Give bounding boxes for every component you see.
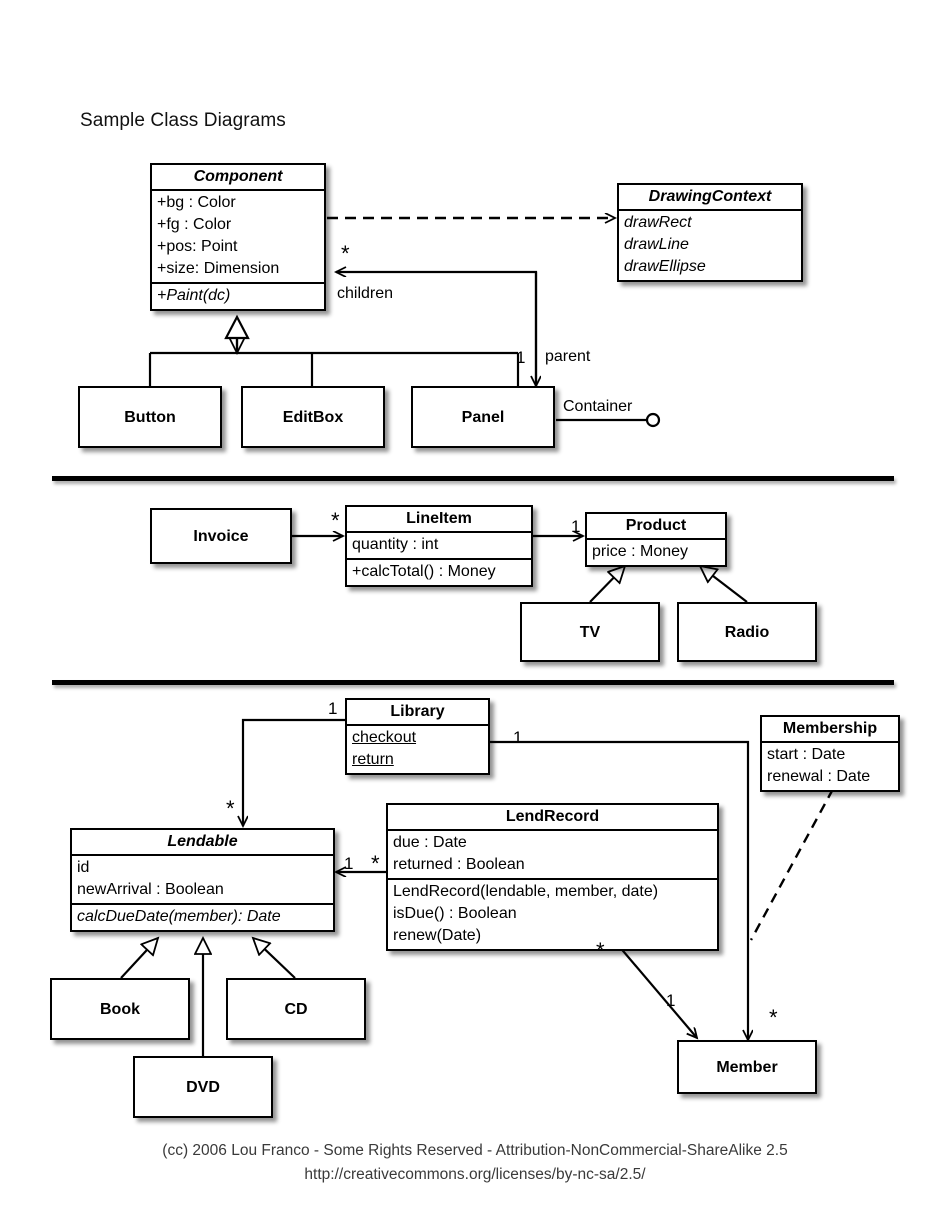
page-title: Sample Class Diagrams	[80, 110, 286, 131]
class-box-member[interactable]: Member	[677, 1040, 817, 1094]
class-name-lendrecord: LendRecord	[505, 808, 600, 825]
class-name-product: Product	[625, 517, 687, 534]
class-box-panel[interactable]: Panel	[411, 386, 555, 448]
multiplicity-lineitem: *	[331, 508, 340, 533]
class-name-member: Member	[716, 1058, 778, 1076]
multiplicity-lendrecord-member-star: *	[596, 938, 605, 963]
multiplicity-library-lendable-star: *	[226, 796, 235, 821]
operations-compartment-component: +Paint(dc)	[152, 282, 324, 309]
class-box-drawingcontext[interactable]: DrawingContext drawRect drawLine drawEll…	[617, 183, 803, 282]
multiplicity-lendrecord-star: *	[371, 851, 380, 876]
operations-compartment-lendrecord: LendRecord(lendable, member, date) isDue…	[388, 878, 717, 949]
class-box-book[interactable]: Book	[50, 978, 190, 1040]
class-box-button[interactable]: Button	[78, 386, 222, 448]
class-name-library: Library	[390, 703, 445, 720]
class-box-lendrecord[interactable]: LendRecord due : Date returned : Boolean…	[386, 803, 719, 951]
class-box-invoice[interactable]: Invoice	[150, 508, 292, 564]
class-name-membership: Membership	[782, 720, 878, 737]
class-name-drawingcontext: DrawingContext	[648, 188, 772, 205]
edge-label-parent: parent	[545, 348, 591, 365]
attributes-compartment-lineitem: quantity : int	[347, 531, 531, 558]
attributes-compartment-library: checkout return	[347, 724, 488, 773]
edge-library-lendable	[243, 718, 345, 826]
multiplicity-library-member-one: 1	[513, 728, 523, 747]
multiplicity-component-children: *	[341, 241, 350, 266]
class-name-component: Component	[193, 168, 283, 185]
attribute-row: start : Date	[767, 746, 846, 763]
attribute-row: checkout	[352, 729, 417, 746]
attribute-row: drawRect	[624, 214, 692, 231]
operation-row: isDue() : Boolean	[393, 905, 517, 922]
class-box-cd[interactable]: CD	[226, 978, 366, 1040]
attribute-row: +fg : Color	[157, 216, 232, 233]
attribute-row: +bg : Color	[157, 194, 236, 211]
attributes-compartment-lendable: id newArrival : Boolean	[72, 854, 333, 903]
attribute-row: drawLine	[624, 236, 689, 253]
attribute-row: quantity : int	[352, 536, 439, 553]
edge-membership-dependency	[749, 788, 835, 941]
operation-row: renew(Date)	[393, 927, 482, 944]
section-divider-2	[52, 680, 894, 685]
class-box-radio[interactable]: Radio	[677, 602, 817, 662]
class-box-component[interactable]: Component +bg : Color +fg : Color +pos: …	[150, 163, 326, 311]
class-name-lendable: Lendable	[167, 833, 238, 850]
class-name-dvd: DVD	[186, 1078, 220, 1096]
section-divider-1	[52, 476, 894, 481]
class-name-invoice: Invoice	[193, 527, 249, 545]
operation-row: LendRecord(lendable, member, date)	[393, 883, 659, 900]
attribute-row: returned : Boolean	[393, 856, 525, 873]
operation-row: calcDueDate(member): Date	[77, 908, 281, 925]
multiplicity-panel-parent: 1	[516, 348, 526, 367]
edge-generalization-component	[148, 314, 520, 386]
class-box-dvd[interactable]: DVD	[133, 1056, 273, 1118]
multiplicity-library-lendable-one: 1	[328, 699, 338, 718]
attribute-row: price : Money	[592, 543, 689, 560]
class-name-book: Book	[100, 1000, 140, 1018]
class-box-editbox[interactable]: EditBox	[241, 386, 385, 448]
class-name-tv: TV	[579, 623, 601, 641]
edge-label-container: Container	[563, 398, 633, 415]
multiplicity-member-star: *	[769, 1005, 778, 1030]
edge-generalization-product	[589, 566, 748, 603]
attributes-compartment-lendrecord: due : Date returned : Boolean	[388, 829, 717, 878]
class-box-tv[interactable]: TV	[520, 602, 660, 662]
class-name-radio: Radio	[724, 623, 770, 641]
multiplicity-product: 1	[571, 517, 581, 536]
operation-row: +Paint(dc)	[157, 287, 231, 304]
class-box-lineitem[interactable]: LineItem quantity : int +calcTotal() : M…	[345, 505, 533, 587]
footer-license-url: http://creativecommons.org/licenses/by-n…	[304, 1166, 646, 1183]
attribute-row: return	[352, 751, 394, 768]
operations-compartment-lendable: calcDueDate(member): Date	[72, 903, 333, 930]
class-box-membership[interactable]: Membership start : Date renewal : Date	[760, 715, 900, 792]
footer-license-line-1: (cc) 2006 Lou Franco - Some Rights Reser…	[162, 1142, 788, 1159]
multiplicity-lendable-one: 1	[344, 854, 354, 873]
class-box-product[interactable]: Product price : Money	[585, 512, 727, 567]
attribute-row: +size: Dimension	[157, 260, 280, 277]
class-name-cd: CD	[284, 1000, 308, 1018]
attribute-row: drawEllipse	[624, 258, 706, 275]
class-name-lineitem: LineItem	[406, 510, 472, 527]
attribute-row: +pos: Point	[157, 238, 238, 255]
operations-compartment-lineitem: +calcTotal() : Money	[347, 558, 531, 585]
uml-diagram-page: Sample Class Diagrams Component +bg : Co…	[0, 0, 950, 1230]
attribute-row: renewal : Date	[767, 768, 871, 785]
attributes-compartment-membership: start : Date renewal : Date	[762, 741, 898, 790]
class-name-editbox: EditBox	[282, 408, 344, 426]
edge-label-children: children	[337, 285, 394, 302]
class-name-button: Button	[124, 408, 176, 426]
multiplicity-lendrecord-member-one: 1	[666, 991, 676, 1010]
attributes-compartment-product: price : Money	[587, 538, 725, 565]
attribute-row: id	[77, 859, 90, 876]
attributes-compartment-component: +bg : Color +fg : Color +pos: Point +siz…	[152, 189, 324, 282]
class-box-library[interactable]: Library checkout return	[345, 698, 490, 775]
attribute-row: due : Date	[393, 834, 467, 851]
attribute-row: newArrival : Boolean	[77, 881, 224, 898]
class-box-lendable[interactable]: Lendable id newArrival : Boolean calcDue…	[70, 828, 335, 932]
class-name-panel: Panel	[461, 408, 505, 426]
operation-row: +calcTotal() : Money	[352, 563, 496, 580]
attributes-compartment-drawingcontext: drawRect drawLine drawEllipse	[619, 209, 801, 280]
